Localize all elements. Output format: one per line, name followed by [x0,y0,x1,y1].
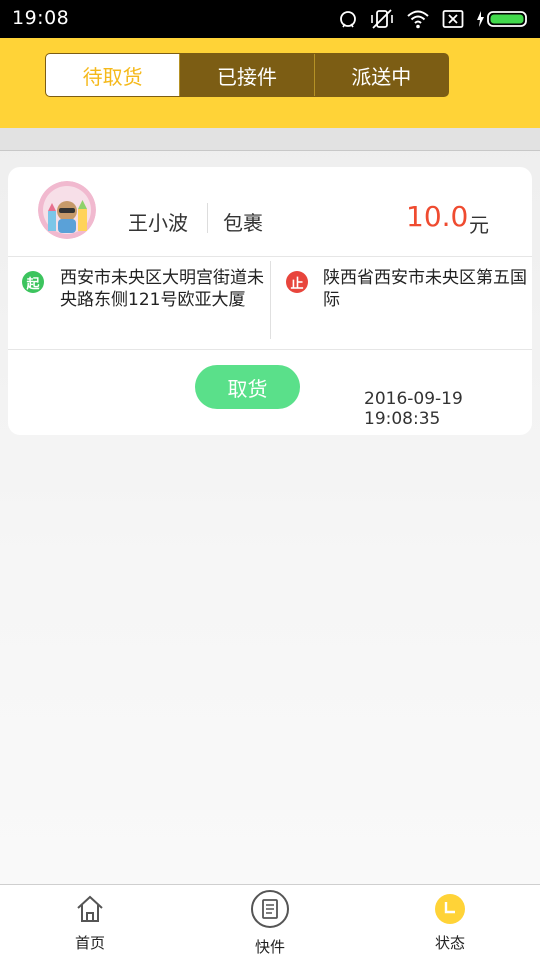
price-unit: 元 [469,213,489,237]
end-address: 陕西省西安市未央区第五国际 [323,268,527,310]
item-type: 包裹 [223,211,263,235]
parcel-list-icon [250,889,290,933]
avatar [38,181,96,239]
tab-pending-pickup[interactable]: 待取货 [46,54,180,96]
nav-express-label: 快件 [254,938,285,956]
order-price: 10.0 [406,200,469,233]
divider [8,256,532,257]
nav-status[interactable]: 状态 [400,885,500,960]
pickup-button[interactable]: 取货 [195,365,300,409]
status-icons [338,8,530,30]
bottom-nav: 首页 快件 状态 [0,884,540,960]
divider [8,349,532,350]
start-badge: 起 [22,271,44,293]
no-sim-icon [442,9,464,29]
order-status-tabs: 待取货 已接件 派送中 [45,53,449,97]
nav-express[interactable]: 快件 [220,885,320,960]
order-time: 2016-09-19 19:08:35 [364,389,463,429]
clock-icon [434,893,466,929]
header-divider-line [207,203,208,233]
status-bar: 19:08 [0,0,540,38]
nav-status-label: 状态 [434,934,465,952]
customer-name: 王小波 [128,211,188,235]
status-time: 19:08 [12,7,70,29]
wifi-icon [406,9,430,29]
tab-received[interactable]: 已接件 [179,54,314,96]
order-card[interactable]: 王小波 包裹 10.0 元 起 西安市未央区大明宫街道未央路东侧121号欧亚大厦… [8,167,532,435]
vibrate-off-icon [370,8,394,30]
start-address: 西安市未央区大明宫街道未央路东侧121号欧亚大厦 [60,268,264,310]
tab-delivering[interactable]: 派送中 [313,54,448,96]
header: 待取货 已接件 派送中 [0,38,540,128]
address-divider [270,261,271,339]
home-icon [75,894,105,928]
nav-home-label: 首页 [74,934,105,952]
nav-home[interactable]: 首页 [40,885,140,960]
header-divider [0,128,540,151]
alarm-icon [338,9,358,29]
battery-charging-icon [476,9,530,29]
end-badge: 止 [286,271,308,293]
